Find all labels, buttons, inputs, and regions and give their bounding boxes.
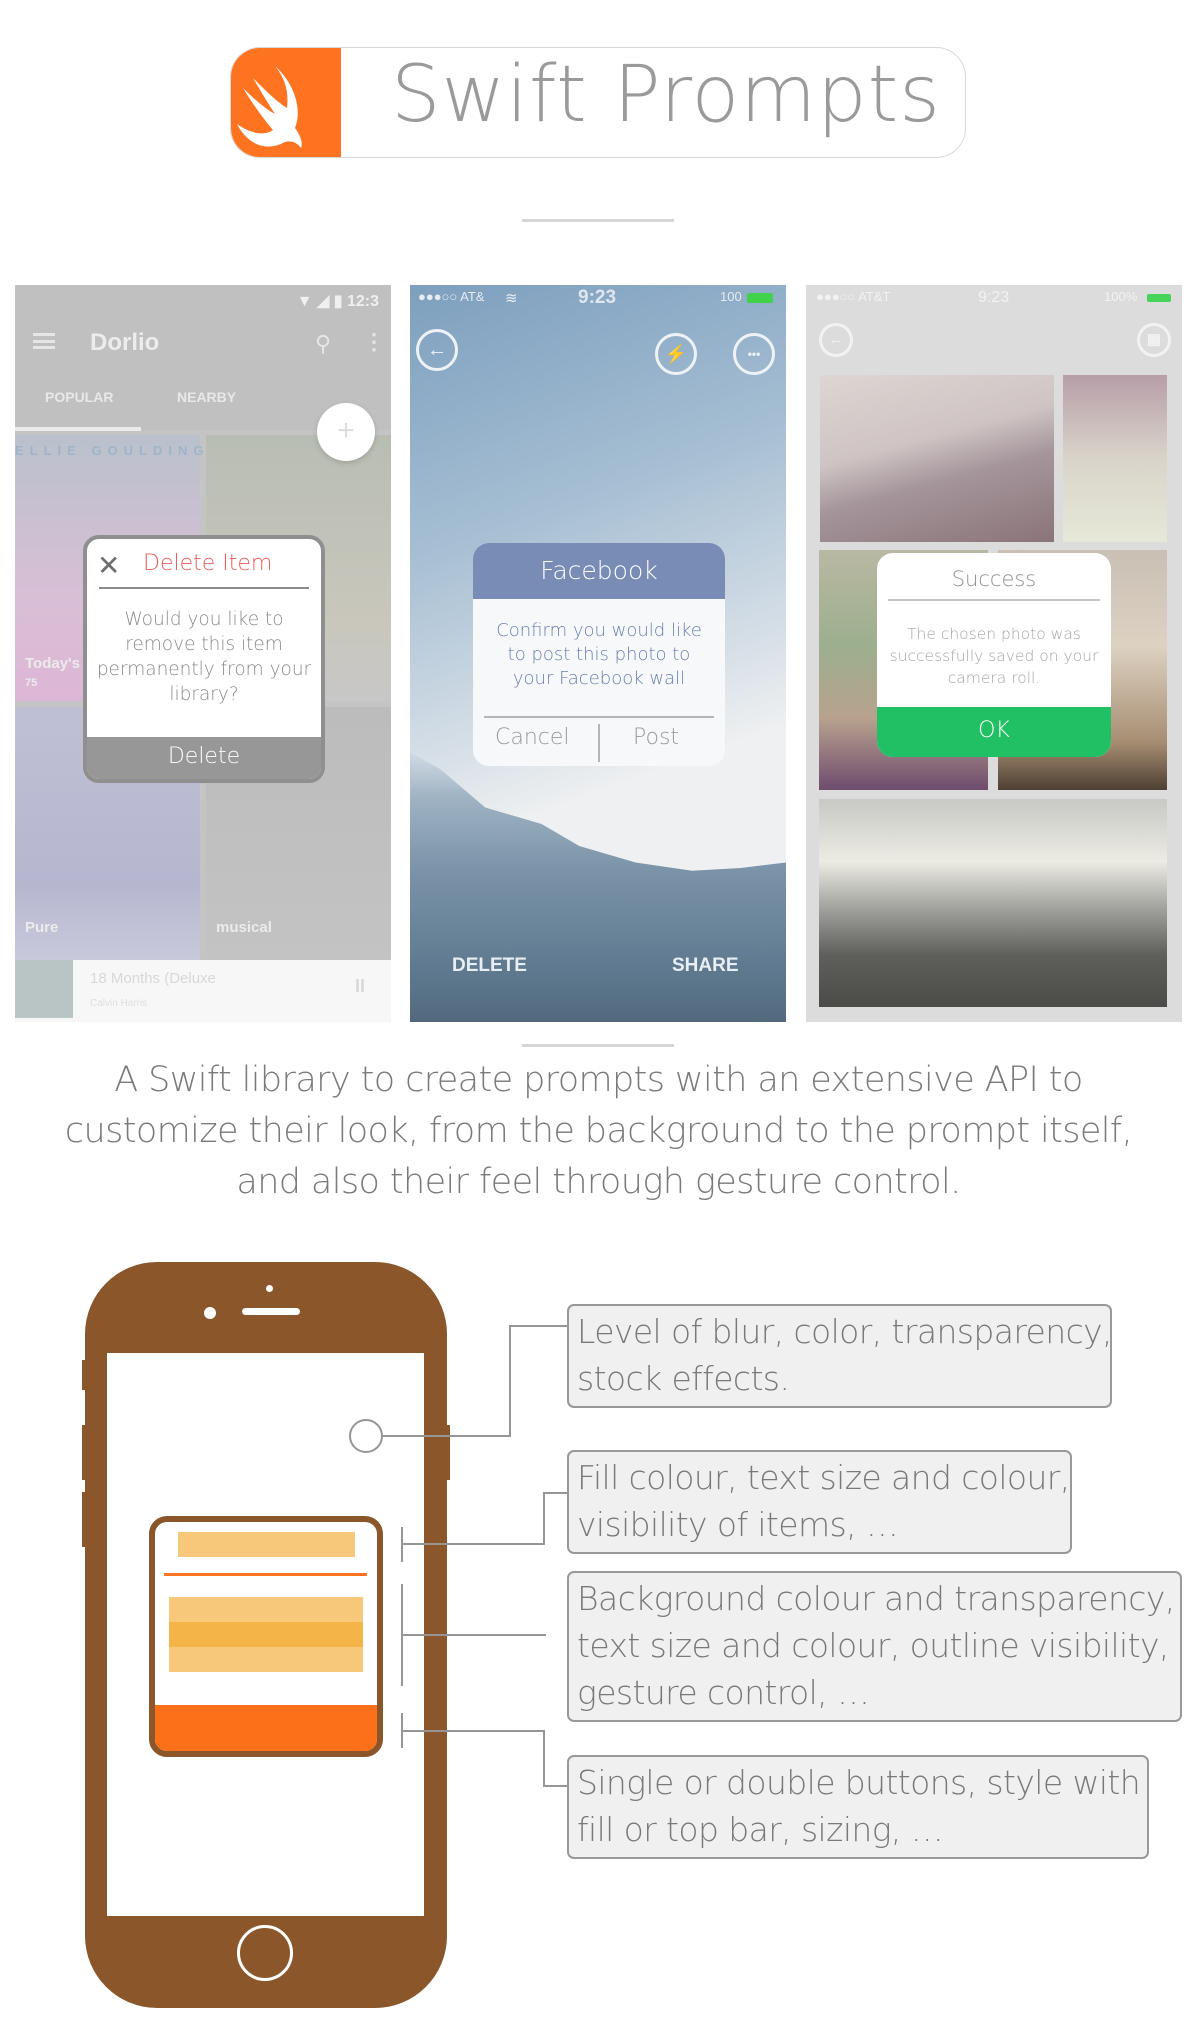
success-prompt: Success The chosen photo was successfull… — [877, 553, 1111, 757]
signal-icon: ◢ — [316, 293, 330, 310]
wifi-icon: ▼ — [296, 293, 313, 310]
now-playing-bar[interactable]: 18 Months (Deluxe Calvin Harris II — [15, 960, 391, 1022]
back-icon[interactable]: ← — [819, 323, 853, 357]
pause-icon[interactable]: II — [355, 976, 365, 997]
status-bar: ▼ ◢ ▮ 12:3 — [297, 291, 379, 311]
screenshot-facebook-prompt: ●●●○○ AT& ≋ 9:23 100 ← ⚡ ••• DELETE SHAR… — [410, 285, 786, 1022]
connector-line — [543, 1492, 545, 1545]
prompt-title: Delete Item — [143, 551, 273, 576]
callout-buttons: Single or double buttons, style with fil… — [567, 1755, 1149, 1859]
divider — [99, 587, 309, 589]
cancel-button[interactable]: Cancel — [495, 725, 570, 750]
flash-icon[interactable]: ⚡ — [655, 333, 697, 375]
connector-line — [543, 1730, 545, 1786]
connector-line — [509, 1325, 511, 1437]
description-line: A Swift library to create prompts with a… — [114, 1060, 1083, 1100]
prompt-message: The chosen photo was successfully saved … — [889, 625, 1099, 687]
power-button — [444, 1425, 450, 1480]
app-title: Dorlio — [90, 329, 160, 356]
tab-nearby[interactable]: NEARBY — [177, 389, 236, 405]
tab-indicator — [15, 427, 141, 431]
connector-line — [543, 1785, 567, 1787]
delete-action[interactable]: DELETE — [452, 955, 527, 977]
prompt-button-bar — [155, 1705, 377, 1751]
connector-line — [509, 1325, 567, 1327]
swift-bird-icon — [231, 48, 341, 157]
speaker-grille — [242, 1308, 300, 1315]
delete-prompt: ✕ Delete Item Would you like to remove t… — [83, 535, 325, 783]
connector-line — [383, 1435, 510, 1437]
prompt-illustration — [149, 1516, 383, 1757]
prompt-title: Facebook — [473, 543, 725, 599]
prompt-body-line — [169, 1647, 363, 1672]
prompt-message: Confirm you would like to post this phot… — [496, 620, 702, 689]
screenshot-success-prompt: ●●●○○ AT&T 9:23 100% ← ▦ Success The cho… — [806, 285, 1182, 1022]
volume-down-button — [82, 1492, 88, 1547]
logo-banner: Swift Prompts — [230, 47, 966, 158]
description: A Swift library to create prompts with a… — [40, 1055, 1157, 1208]
screenshot-delete-prompt: ▼ ◢ ▮ 12:3 Dorlio ⚲ ⋮ POPULAR NEARBY Tod… — [15, 285, 391, 1022]
prompt-title-bar — [178, 1532, 355, 1557]
volume-up-button — [82, 1425, 88, 1480]
status-time: 9:23 — [578, 287, 617, 308]
more-vert-icon[interactable]: ⋮ — [363, 329, 385, 355]
battery-percent: 100 — [720, 289, 742, 304]
prompt-message: Would you like to remove this item perma… — [96, 609, 312, 705]
photo-coast[interactable] — [819, 799, 1167, 1007]
prompt-title: Success — [951, 567, 1037, 591]
status-time: 12:3 — [346, 293, 379, 310]
mute-switch — [82, 1360, 88, 1390]
background-marker-icon — [349, 1419, 383, 1453]
photo-forest[interactable] — [1063, 375, 1167, 542]
album-banner: ELLIE GOULDING — [15, 443, 210, 458]
button-separator — [598, 724, 600, 762]
callout-background: Level of blur, color, transparency, stoc… — [567, 1304, 1113, 1408]
description-line: customize their look, from the backgroun… — [64, 1111, 1133, 1151]
tab-popular[interactable]: POPULAR — [45, 389, 113, 405]
divider — [522, 1044, 674, 1047]
divider — [888, 599, 1100, 601]
status-time: 9:23 — [978, 289, 1010, 306]
description-line: and also their feel through gesture cont… — [236, 1162, 961, 1202]
camera-icon — [204, 1307, 216, 1319]
menu-icon[interactable] — [33, 333, 55, 349]
close-icon[interactable]: ✕ — [97, 549, 120, 582]
battery-icon — [747, 293, 773, 303]
app-title: Swift Prompts — [391, 50, 941, 140]
status-carrier: ●●●○○ AT&T — [816, 289, 891, 304]
mountain-photo — [410, 752, 786, 1022]
share-action[interactable]: SHARE — [672, 955, 739, 977]
battery-icon: ▮ — [333, 293, 343, 310]
more-icon[interactable]: ••• — [733, 333, 775, 375]
facebook-prompt: Facebook Confirm you would like to post … — [473, 543, 725, 766]
ok-button[interactable]: OK — [877, 707, 1111, 757]
front-sensor — [266, 1285, 273, 1292]
connector-line — [401, 1543, 544, 1545]
wifi-icon: ≋ — [505, 290, 518, 307]
album-thumbnail — [15, 960, 73, 1018]
battery-icon — [1147, 294, 1171, 302]
home-button — [237, 1925, 293, 1981]
prompt-divider — [164, 1573, 367, 1576]
photo-beach[interactable] — [820, 375, 1054, 542]
search-icon[interactable]: ⚲ — [315, 331, 331, 357]
divider — [522, 219, 674, 222]
prompt-body-line — [169, 1622, 363, 1647]
add-button[interactable]: + — [317, 403, 375, 461]
connector-line — [543, 1492, 567, 1494]
divider — [484, 716, 714, 718]
callout-title: Fill colour, text size and colour, visib… — [567, 1450, 1072, 1554]
delete-button[interactable]: Delete — [87, 737, 321, 779]
callout-body: Background colour and transparency, text… — [567, 1571, 1182, 1722]
status-carrier: ●●●○○ AT& — [418, 289, 485, 304]
battery-percent: 100% — [1104, 289, 1138, 304]
back-icon[interactable]: ← — [416, 329, 458, 371]
grid-icon[interactable]: ▦ — [1137, 323, 1171, 357]
connector-line — [401, 1634, 546, 1636]
prompt-body-line — [169, 1597, 363, 1622]
connector-line — [401, 1730, 544, 1732]
post-button[interactable]: Post — [633, 725, 679, 750]
